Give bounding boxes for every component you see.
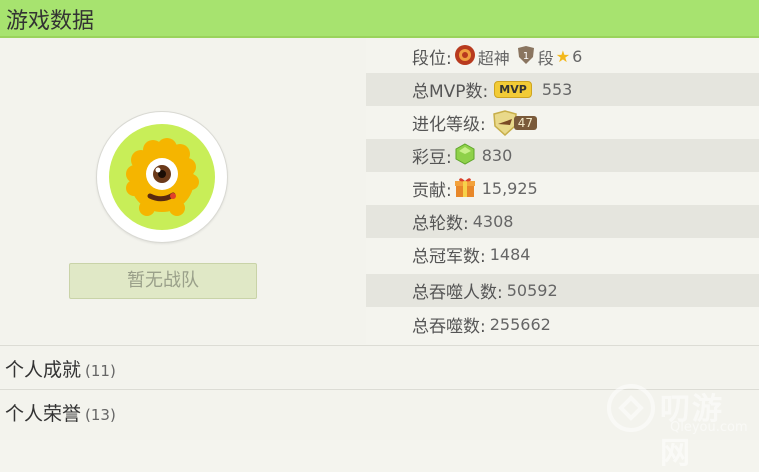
header-bar: 游戏数据 [0, 0, 759, 38]
stat-row-mvp: 总MVP数: MVP 553 [366, 73, 759, 106]
svg-text:1: 1 [523, 51, 529, 62]
mvp-badge: MVP [494, 81, 532, 98]
stat-value: 50592 [506, 281, 558, 300]
section-title: 个人成就 (11) [5, 355, 116, 382]
stat-row-rounds: 总轮数: 4308 [366, 205, 759, 238]
rank-tier: 超神 [477, 48, 510, 68]
stat-row-evolution: 进化等级: 47 [366, 106, 759, 139]
stat-label: 总吞噬人数: [412, 283, 503, 303]
gem-icon [454, 142, 476, 169]
watermark: 叨游网 Qleyou.com [604, 380, 754, 471]
rank-level: 段 [537, 48, 554, 68]
stat-row-devour-players: 总吞噬人数: 50592 [366, 274, 759, 307]
section-count: (11) [85, 362, 116, 380]
stat-row-beans: 彩豆: 830 [366, 139, 759, 172]
gift-icon [454, 176, 476, 202]
evolution-badge: 47 [490, 109, 538, 136]
stats-panel: 段位: 超神 1 段 ★ 6 总MVP数: MVP 553 进化等级: 47 彩… [366, 38, 759, 344]
stat-label: 贡献: [412, 181, 452, 201]
stat-label: 进化等级: [412, 115, 486, 135]
section-title-text: 个人成就 [5, 359, 82, 381]
stat-value: 830 [481, 146, 513, 165]
stat-label: 段位: [412, 49, 452, 69]
profile-panel: 暂无战队 [0, 38, 366, 344]
stat-label: 彩豆: [412, 148, 452, 168]
stat-row-devour-total: 总吞噬数: 255662 [366, 308, 759, 341]
evolution-level: 47 [513, 115, 538, 130]
rank-emblem-icon [454, 44, 476, 70]
section-title: 个人荣誉 (13) [5, 399, 116, 426]
stat-label: 总MVP数: [412, 82, 489, 102]
stat-row-champions: 总冠军数: 1484 [366, 238, 759, 271]
stat-value: 15,925 [481, 179, 538, 198]
stat-label: 总轮数: [412, 214, 469, 234]
stat-value: 553 [541, 80, 573, 99]
watermark-logo-icon [607, 384, 655, 432]
shield-rank-icon: 1 [516, 45, 536, 69]
stat-value: 4308 [472, 212, 514, 231]
stat-value: 255662 [489, 315, 551, 334]
stat-value: 1484 [489, 245, 531, 264]
stat-label: 总冠军数: [412, 247, 486, 267]
page-title: 游戏数据 [6, 9, 95, 34]
stat-row-contribution: 贡献: 15,925 [366, 172, 759, 205]
stat-row-rank: 段位: 超神 1 段 ★ 6 [366, 40, 759, 73]
avatar[interactable] [96, 111, 228, 243]
section-count: (13) [85, 406, 116, 424]
section-title-text: 个人荣誉 [5, 403, 82, 425]
watermark-subtext: Qleyou.com [670, 420, 748, 435]
stat-label: 总吞噬数: [412, 317, 486, 337]
monster-avatar-icon [109, 124, 215, 230]
star-icon: ★ [555, 47, 571, 66]
rank-stars: 6 [572, 47, 583, 66]
team-button[interactable]: 暂无战队 [69, 263, 257, 299]
